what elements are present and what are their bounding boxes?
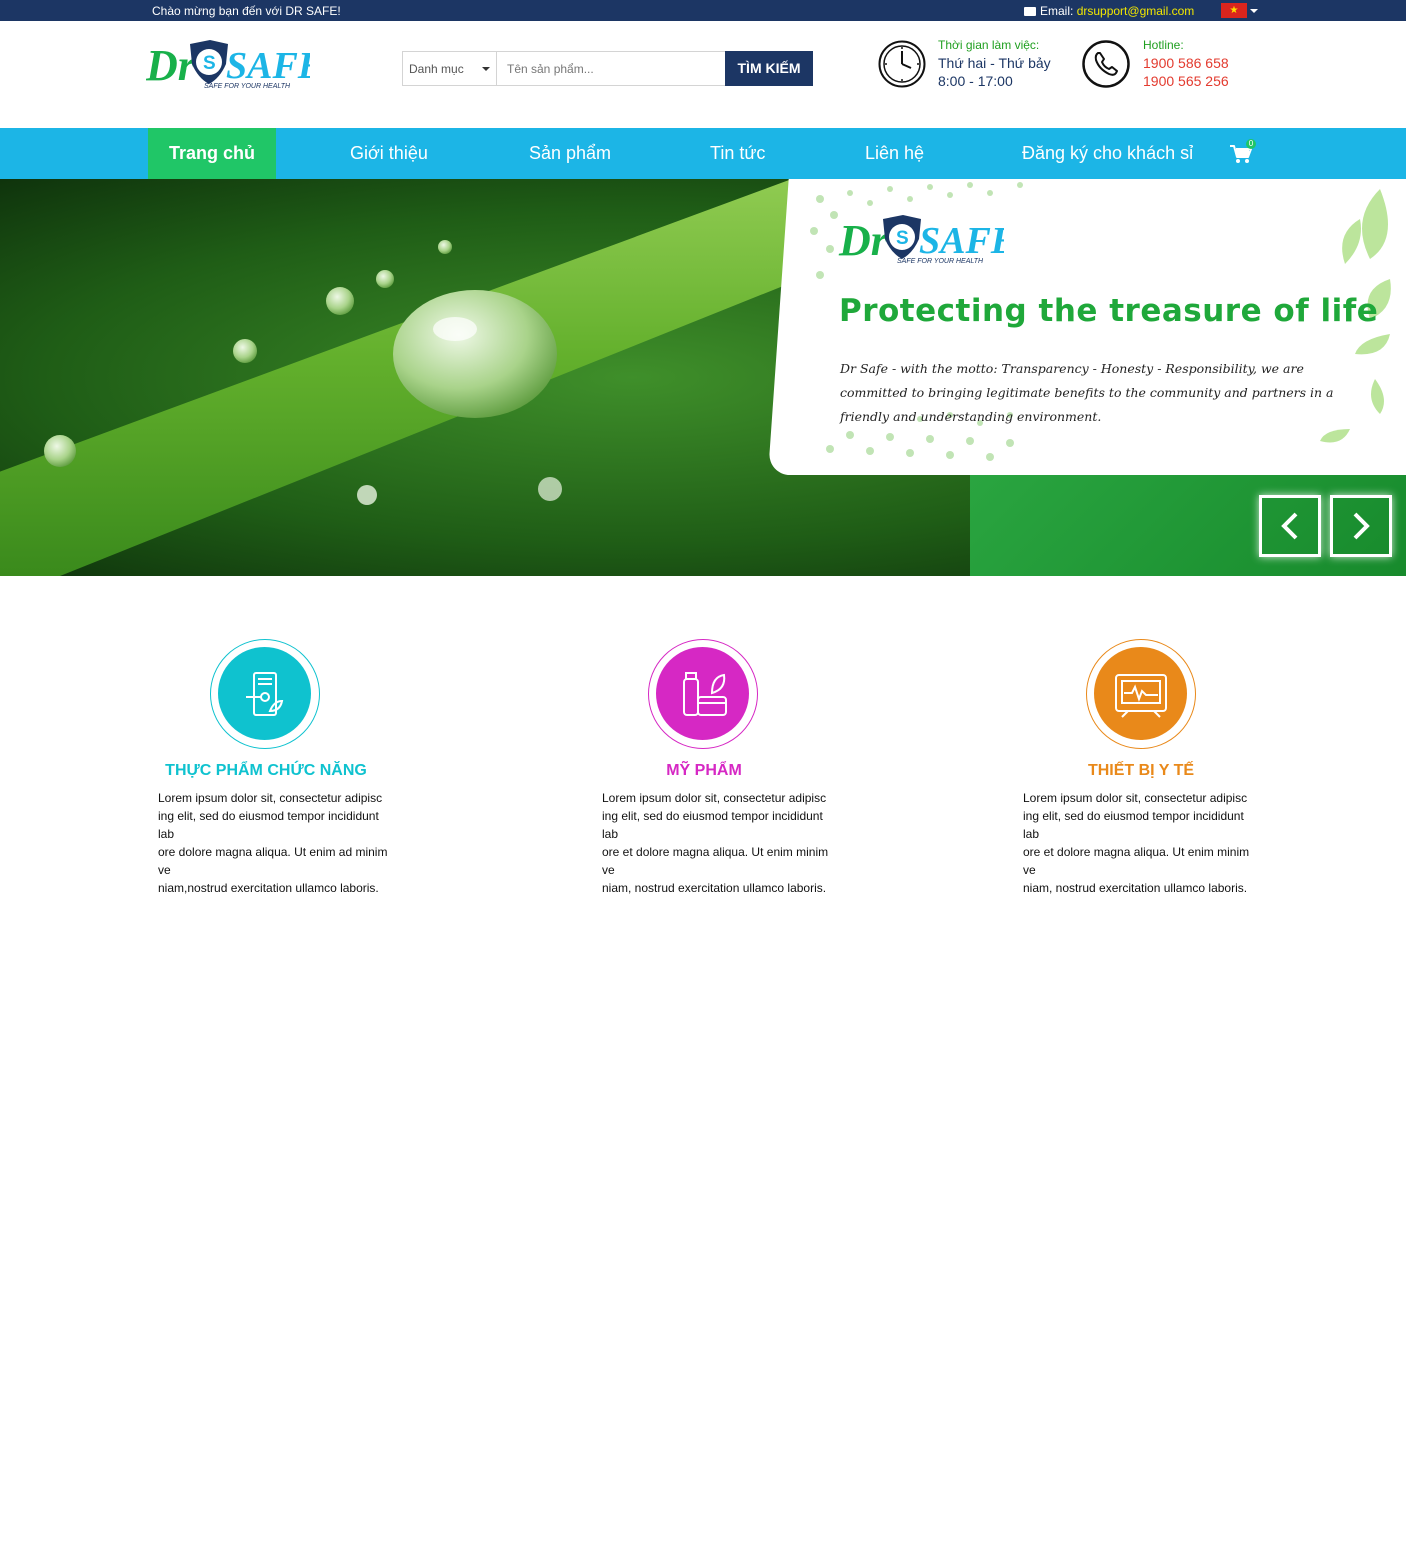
logo-tagline: SAFE FOR YOUR HEALTH xyxy=(204,83,291,90)
phone-icon xyxy=(1082,40,1130,88)
vietnam-flag-icon[interactable]: ★ xyxy=(1221,3,1247,18)
email-link[interactable]: drsupport@gmail.com xyxy=(1077,4,1195,18)
hero-dr-safe-logo: Dr S SAFE SAFE FOR YOUR HEALTH xyxy=(838,215,1004,265)
feature-icon-circle[interactable] xyxy=(1086,639,1196,749)
email-label: Email: xyxy=(1040,4,1074,18)
feature-description-line: niam,nostrud exercitation ullamco labori… xyxy=(158,881,379,895)
nav-item-wholesale-signup[interactable]: Đăng ký cho khách sỉ xyxy=(1022,128,1193,179)
nav-item-products[interactable]: Sản phẩm xyxy=(529,128,611,179)
supplement-icon xyxy=(246,672,284,716)
hotline-label: Hotline: xyxy=(1143,38,1184,52)
email-contact: Email: drsupport@gmail.com xyxy=(1024,4,1194,18)
product-search-input[interactable]: Tên sản phẩm... xyxy=(497,51,726,86)
working-time: 8:00 - 17:00 xyxy=(938,73,1013,89)
medical-monitor-icon xyxy=(1115,674,1167,718)
feature-icon-circle[interactable] xyxy=(210,639,320,749)
feature-description-line: Lorem ipsum dolor sit, consectetur adipi… xyxy=(158,791,383,805)
hotline-number[interactable]: 1900 586 658 xyxy=(1143,55,1229,71)
feature-description-line: niam, nostrud exercitation ullamco labor… xyxy=(602,881,827,895)
working-days: Thứ hai - Thứ bảy xyxy=(938,55,1051,71)
chevron-right-icon xyxy=(1353,512,1370,540)
chevron-left-icon xyxy=(1281,512,1298,540)
logo-safe-text: SAFE xyxy=(226,45,310,87)
feature-description-line: ore et dolore magna aliqua. Ut enim mini… xyxy=(602,845,829,877)
category-select[interactable]: Danh mục xyxy=(402,51,497,86)
working-hours-label: Thời gian làm việc: xyxy=(938,38,1040,52)
category-select-label: Danh mục xyxy=(409,62,464,76)
cosmetics-icon xyxy=(683,672,727,716)
slider-next-button[interactable] xyxy=(1330,495,1392,557)
hotline-number[interactable]: 1900 565 256 xyxy=(1143,73,1229,89)
feature-description-line: ore et dolore magna aliqua. Ut enim mini… xyxy=(1023,845,1250,877)
feature-description-line: ore dolore magna aliqua. Ut enim ad mini… xyxy=(158,845,388,877)
search-button[interactable]: TÌM KIẾM xyxy=(725,51,813,86)
hero-logo-safe-text: SAFE xyxy=(919,220,1004,262)
envelope-icon xyxy=(1024,7,1036,16)
nav-item-news[interactable]: Tin tức xyxy=(710,128,765,179)
dr-safe-logo[interactable]: Dr S SAFE SAFE FOR YOUR HEALTH xyxy=(146,38,310,90)
logo-dr-text: Dr xyxy=(146,41,196,90)
feature-description-line: niam, nostrud exercitation ullamco labor… xyxy=(1023,881,1248,895)
feature-description-line: Lorem ipsum dolor sit, consectetur adipi… xyxy=(602,791,827,805)
feature-description-line: Lorem ipsum dolor sit, consectetur adipi… xyxy=(1023,791,1248,805)
language-dropdown-caret-icon[interactable] xyxy=(1250,9,1258,13)
feature-title: THỰC PHẨM CHỨC NĂNG xyxy=(165,762,367,779)
feature-description-line: ing elit, sed do eiusmod tempor incididu… xyxy=(602,809,823,841)
feature-description-line: ing elit, sed do eiusmod tempor incididu… xyxy=(1023,809,1244,841)
feature-title: MỸ PHẨM xyxy=(666,762,742,779)
clock-icon xyxy=(878,40,926,88)
feature-description: Lorem ipsum dolor sit, consectetur adipi… xyxy=(602,789,842,897)
welcome-text: Chào mừng bạn đến với DR SAFE! xyxy=(152,4,341,18)
hero-logo-tagline: SAFE FOR YOUR HEALTH xyxy=(897,258,984,265)
slider-prev-button[interactable] xyxy=(1259,495,1321,557)
feature-description-line: ing elit, sed do eiusmod tempor incididu… xyxy=(158,809,379,841)
hero-logo-dr-text: Dr xyxy=(838,216,889,265)
hero-logo-s-text: S xyxy=(896,228,909,249)
chevron-down-icon xyxy=(482,67,490,71)
feature-description: Lorem ipsum dolor sit, consectetur adipi… xyxy=(158,789,398,897)
top-bar: Chào mừng bạn đến với DR SAFE! Email: dr… xyxy=(0,0,1406,21)
hero-description: Dr Safe - with the motto: Transparency -… xyxy=(840,361,1334,424)
nav-item-contact[interactable]: Liên hệ xyxy=(865,128,924,179)
feature-title: THIẾT BỊ Y TẾ xyxy=(1087,762,1195,779)
nav-item-about[interactable]: Giới thiệu xyxy=(350,128,428,179)
hero-slider: Dr S SAFE SAFE FOR YOUR HEALTH Protectin… xyxy=(0,179,1406,576)
cart-count-badge: 0 xyxy=(1246,139,1256,149)
nav-item-home[interactable]: Trang chủ xyxy=(148,128,276,179)
logo-s-text: S xyxy=(203,53,216,74)
hero-title: Protecting the treasure of life xyxy=(839,293,1379,329)
main-nav: Trang chủ Giới thiệu Sản phẩm Tin tức Li… xyxy=(0,128,1406,179)
feature-description: Lorem ipsum dolor sit, consectetur adipi… xyxy=(1023,789,1263,897)
feature-icon-circle[interactable] xyxy=(648,639,758,749)
